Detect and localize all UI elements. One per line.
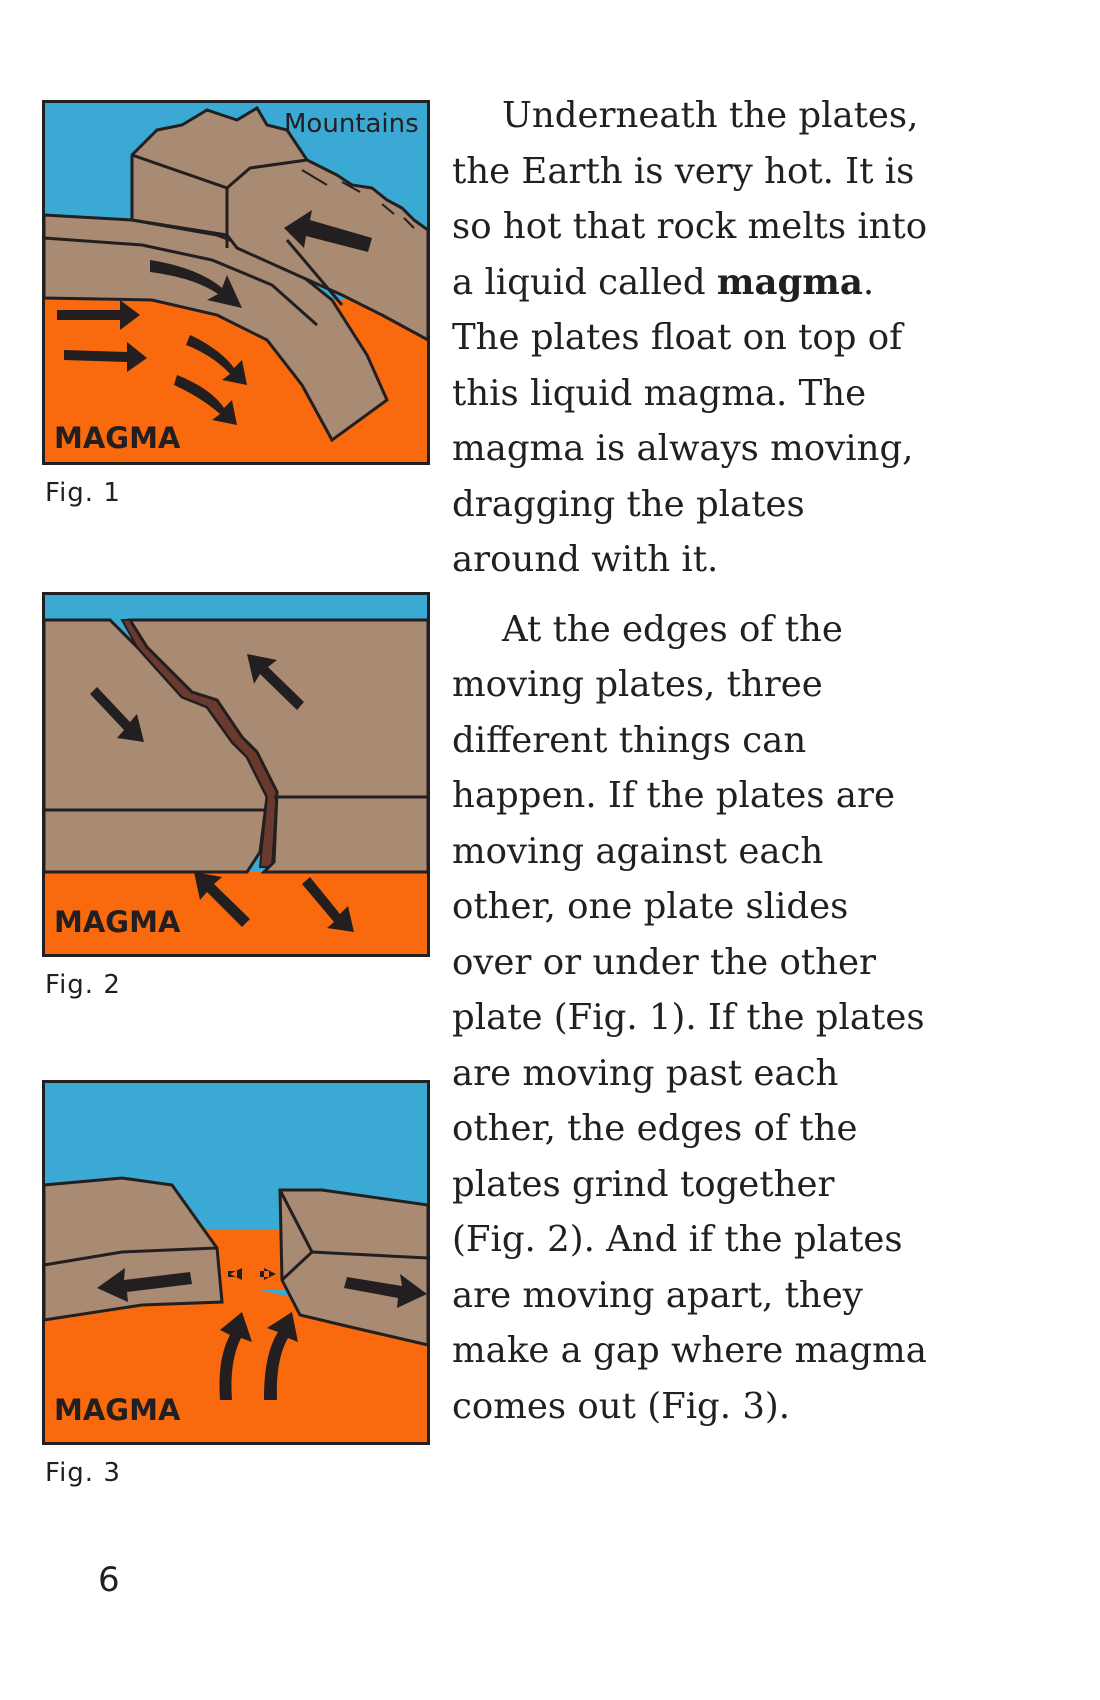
paragraph-1: Underneath the plates, the Earth is very… — [452, 88, 1092, 588]
figure-1-caption: Fig. 1 — [45, 478, 121, 508]
figure-1-diagram: Mountains MAGMA — [42, 100, 430, 465]
paragraph-2: At the edges of the moving plates, three… — [452, 602, 1092, 1435]
figure-3-caption: Fig. 3 — [45, 1458, 121, 1488]
mountains-label: Mountains — [284, 109, 419, 139]
paragraph-2-text: At the edges of the moving plates, three… — [452, 608, 927, 1427]
figure-2-diagram: MAGMA — [42, 592, 430, 957]
figure-2-caption: Fig. 2 — [45, 970, 121, 1000]
figure-1-subduction: Mountains MAGMA — [42, 100, 430, 465]
page-number: 6 — [98, 1560, 120, 1600]
magma-label: MAGMA — [54, 905, 181, 939]
figure-2-transform: MAGMA — [42, 592, 430, 957]
figure-3-diagram: MAGMA — [42, 1080, 430, 1445]
figure-3-divergent: MAGMA — [42, 1080, 430, 1445]
magma-label: MAGMA — [54, 1393, 181, 1427]
body-text: Underneath the plates, the Earth is very… — [452, 88, 1092, 1434]
magma-term: magma — [716, 261, 863, 303]
magma-label: MAGMA — [54, 421, 181, 455]
paragraph-1-text-b: . The plates float on top of this liquid… — [452, 261, 914, 581]
